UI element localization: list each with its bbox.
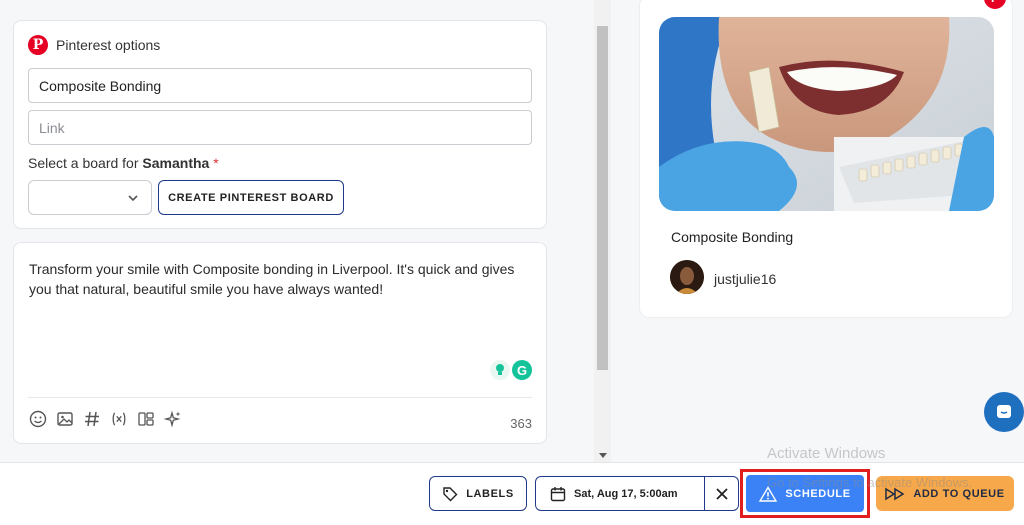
pinterest-options-card: P Pinterest options Select a board for S… bbox=[13, 20, 547, 229]
avatar bbox=[670, 260, 704, 294]
caption-toolbar bbox=[29, 410, 182, 428]
board-label-prefix: Select a board for bbox=[28, 155, 143, 171]
board-account-name: Samantha bbox=[142, 155, 210, 171]
labels-button-label: LABELS bbox=[466, 487, 514, 500]
pin-title-input[interactable] bbox=[28, 68, 532, 103]
schedule-highlight-box bbox=[740, 469, 870, 518]
fast-forward-icon bbox=[885, 487, 905, 500]
add-to-queue-label: ADD TO QUEUE bbox=[913, 487, 1005, 500]
layout-icon[interactable] bbox=[137, 410, 155, 428]
tag-icon bbox=[443, 486, 458, 501]
date-picker-trigger[interactable]: Sat, Aug 17, 5:00am bbox=[536, 477, 704, 510]
pinterest-options-header: P Pinterest options bbox=[28, 35, 160, 55]
grammarly-widget[interactable]: G bbox=[490, 360, 532, 380]
selected-date-time: Sat, Aug 17, 5:00am bbox=[574, 487, 678, 500]
chat-launcher-button[interactable] bbox=[984, 392, 1024, 432]
ai-sparkle-icon[interactable] bbox=[164, 410, 182, 428]
pinterest-corner-icon: P bbox=[984, 0, 1006, 9]
preview-pin-title: Composite Bonding bbox=[671, 229, 794, 245]
caption-card: Transform your smile with Composite bond… bbox=[13, 242, 547, 444]
board-select-label: Select a board for Samantha * bbox=[28, 155, 219, 171]
variable-icon[interactable] bbox=[110, 410, 128, 428]
pinterest-logo-icon: P bbox=[28, 35, 48, 55]
dental-smile-photo bbox=[659, 17, 994, 211]
chat-icon bbox=[997, 405, 1011, 418]
image-icon[interactable] bbox=[56, 410, 74, 428]
labels-button[interactable]: LABELS bbox=[429, 476, 527, 511]
schedule-date-picker[interactable]: Sat, Aug 17, 5:00am bbox=[535, 476, 739, 511]
scroll-down-arrow-icon[interactable] bbox=[599, 453, 607, 458]
pinterest-options-title: Pinterest options bbox=[56, 37, 161, 53]
chevron-down-icon bbox=[128, 195, 138, 202]
pin-link-input[interactable] bbox=[28, 110, 532, 145]
add-to-queue-button[interactable]: ADD TO QUEUE bbox=[876, 476, 1014, 511]
required-mark: * bbox=[213, 155, 219, 171]
character-count: 363 bbox=[510, 416, 532, 431]
preview-username: justjulie16 bbox=[714, 271, 777, 287]
editor-column: P Pinterest options Select a board for S… bbox=[0, 0, 567, 462]
calendar-icon bbox=[550, 486, 566, 501]
vertical-scrollbar[interactable] bbox=[594, 0, 611, 462]
pin-preview-card: P bbox=[639, 0, 1013, 318]
scrollbar-thumb[interactable] bbox=[597, 26, 608, 370]
lightbulb-icon[interactable] bbox=[490, 360, 510, 380]
create-pinterest-board-button[interactable]: CREATE PINTEREST BOARD bbox=[158, 180, 344, 215]
clear-date-button[interactable] bbox=[705, 477, 738, 510]
board-dropdown[interactable] bbox=[28, 180, 152, 215]
preview-image bbox=[659, 17, 994, 211]
emoji-icon[interactable] bbox=[29, 410, 47, 428]
grammarly-icon[interactable]: G bbox=[512, 360, 532, 380]
caption-divider bbox=[28, 397, 532, 398]
hashtag-icon[interactable] bbox=[83, 410, 101, 428]
activate-windows-watermark: Activate Windows bbox=[767, 445, 886, 462]
caption-textarea[interactable]: Transform your smile with Composite bond… bbox=[29, 259, 539, 299]
close-icon bbox=[715, 487, 728, 500]
